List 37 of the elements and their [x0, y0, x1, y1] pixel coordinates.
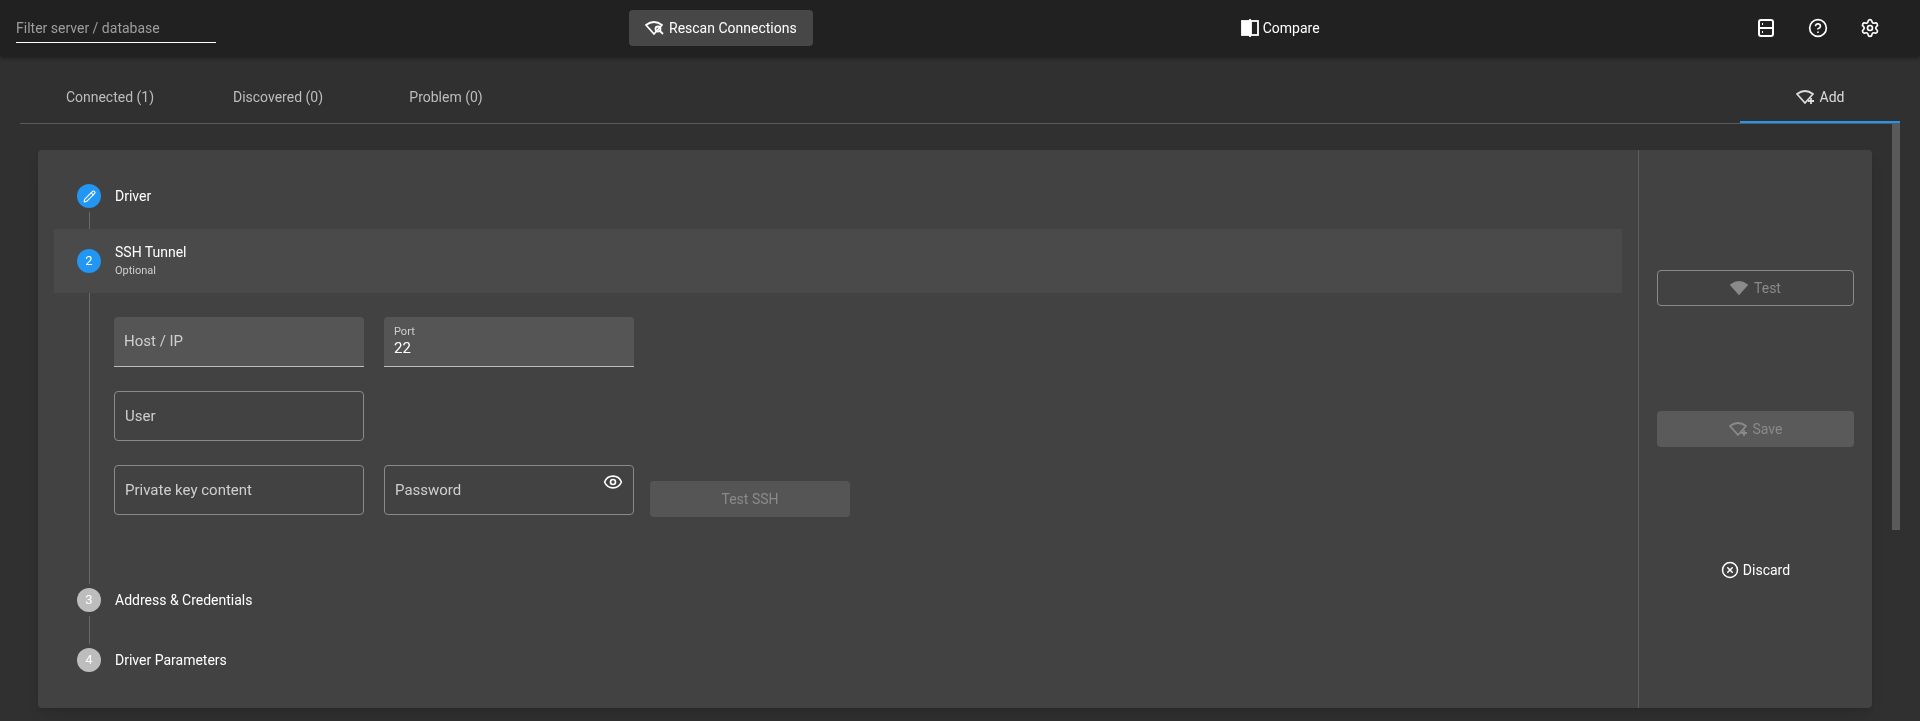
close-icon: [1720, 561, 1739, 579]
field-value: 22: [394, 339, 412, 358]
wifi-icon: [1730, 280, 1751, 296]
field-label: Host / IP: [124, 331, 184, 353]
discard-button[interactable]: Discard: [1657, 552, 1854, 588]
step-title: SSH Tunnel: [115, 243, 187, 263]
password-field[interactable]: Password: [384, 465, 634, 515]
compare-button[interactable]: Compare: [1240, 17, 1320, 39]
step-subtitle: Optional: [115, 263, 158, 280]
step-title: Driver Parameters: [115, 650, 227, 670]
field-label: Port: [394, 325, 416, 339]
wifi-search-icon: [645, 20, 665, 36]
wifi-plus-icon: [1795, 89, 1816, 105]
wifi-plus-icon: [1728, 421, 1749, 437]
server-icon[interactable]: [1756, 18, 1776, 38]
tab[interactable]: Problem (0): [366, 73, 526, 123]
filter-field[interactable]: Filter server / database: [16, 13, 216, 43]
compare-icon: [1240, 18, 1259, 38]
settings-icon[interactable]: [1860, 18, 1880, 38]
step-title: Driver: [115, 186, 152, 206]
scrollbar[interactable]: [1892, 124, 1900, 530]
field-label: User: [125, 405, 156, 427]
tab[interactable]: Discovered (0): [198, 73, 358, 123]
field-label: Private key content: [125, 479, 252, 501]
tab[interactable]: Add: [1740, 73, 1900, 123]
input-field[interactable]: Port 22: [384, 317, 634, 367]
tab[interactable]: Connected (1): [30, 73, 190, 123]
input-field[interactable]: User: [114, 391, 364, 441]
eye-icon[interactable]: [603, 472, 623, 492]
input-field[interactable]: Host / IP: [114, 317, 364, 367]
pencil-icon: [82, 189, 96, 203]
help-icon[interactable]: [1808, 18, 1828, 38]
step-title: Address & Credentials: [115, 590, 253, 610]
field-label: Password: [395, 479, 462, 501]
step-header-highlight[interactable]: 2 SSH Tunnel Optional: [54, 229, 1622, 293]
input-field[interactable]: Private key content: [114, 465, 364, 515]
rescan-button[interactable]: Rescan Connections: [629, 10, 813, 46]
